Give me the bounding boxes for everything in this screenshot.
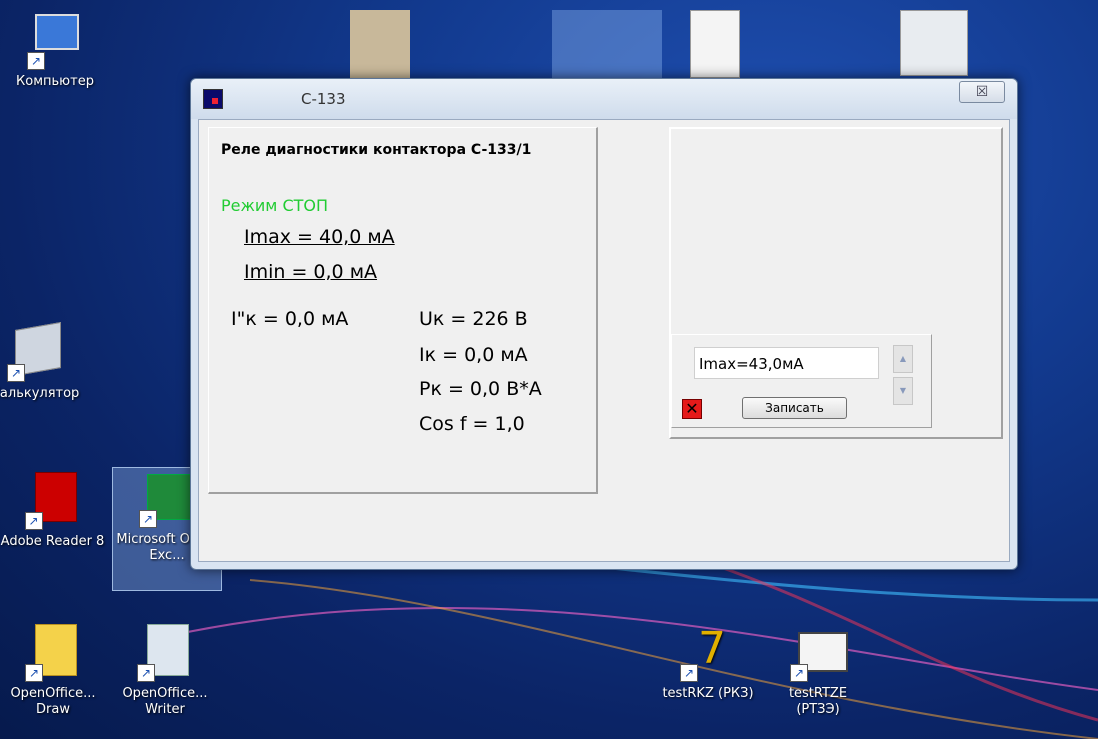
- pk-value: Pк = 0,0 В*А: [419, 378, 542, 400]
- desktop-icon-label: OpenOffice... Writer: [122, 686, 208, 717]
- imin-value: Imin = 0,0 мА: [244, 261, 378, 283]
- imax-value: Imax = 40,0 мА: [244, 226, 395, 248]
- window-title: C-133: [301, 90, 346, 108]
- imax-setting-group: Imax=43,0мА ▲ ▼ ✕ Записать: [671, 334, 932, 428]
- desktop-icon-label: OpenOffice... Draw: [10, 686, 96, 717]
- uk-value: Uк = 226 В: [419, 308, 528, 330]
- desktop-icon-testrtze[interactable]: ↗ testRTZE (РТЗЭ): [770, 622, 866, 718]
- shortcut-arrow-icon: ↗: [7, 364, 25, 382]
- document-icon[interactable]: [690, 10, 740, 78]
- shortcut-arrow-icon: ↗: [27, 52, 45, 70]
- window-app-icon[interactable]: [900, 10, 968, 76]
- ik2-value: I"к = 0,0 мА: [231, 308, 349, 330]
- desktop-icon-computer[interactable]: ↗ Компьютер: [0, 10, 110, 90]
- computer-icon: ↗: [25, 10, 85, 70]
- desktop-icon-label: testRKZ (РКЗ): [662, 686, 754, 701]
- excel-icon: ↗: [137, 468, 197, 528]
- openoffice-writer-icon: ↗: [135, 622, 195, 682]
- close-button[interactable]: ☒: [959, 81, 1005, 103]
- error-indicator-icon: ✕: [682, 399, 702, 419]
- desktop-icon-label: Калькулятор: [0, 386, 80, 401]
- calculator-icon: ↗: [5, 321, 65, 382]
- desktop-icon-calculator[interactable]: ↗ Калькулятор: [0, 321, 90, 402]
- app-icon: [203, 89, 223, 109]
- window-titlebar[interactable]: C-133 ☒: [191, 79, 1017, 119]
- crane-app-icon[interactable]: [350, 10, 410, 78]
- cos-value: Cos f = 1,0: [419, 413, 525, 435]
- spin-down-button[interactable]: ▼: [893, 377, 913, 405]
- shortcut-arrow-icon: ↗: [790, 664, 808, 682]
- settings-panel: Imax=43,0мА ▲ ▼ ✕ Записать: [669, 127, 1003, 439]
- adobe-reader-icon: ↗: [23, 470, 83, 530]
- relay-status-panel: Реле диагностики контактора C-133/1 Режи…: [208, 127, 598, 494]
- spin-up-button[interactable]: ▲: [893, 345, 913, 373]
- testrtze-icon: ↗: [788, 622, 848, 682]
- desktop-icon-label: Компьютер: [16, 74, 94, 89]
- openoffice-draw-icon: ↗: [23, 622, 83, 682]
- c133-window: C-133 ☒ Реле диагностики контактора C-13…: [190, 78, 1018, 570]
- ik-value: Iк = 0,0 мА: [419, 344, 528, 366]
- shortcut-arrow-icon: ↗: [25, 664, 43, 682]
- shortcut-arrow-icon: ↗: [139, 510, 157, 528]
- imax-field[interactable]: Imax=43,0мА: [694, 347, 879, 379]
- desktop-icon-openoffice-writer[interactable]: ↗ OpenOffice... Writer: [110, 622, 220, 718]
- shortcut-arrow-icon: ↗: [137, 664, 155, 682]
- desktop-icon-adobe-reader[interactable]: ↗ Adobe Reader 8: [0, 470, 105, 550]
- mode-label: Режим СТОП: [221, 196, 329, 215]
- shortcut-arrow-icon: ↗: [680, 664, 698, 682]
- desktop-icon-label: testRTZE (РТЗЭ): [788, 686, 848, 717]
- desktop-icon-testrkz[interactable]: 7 ↗ testRKZ (РКЗ): [660, 622, 756, 702]
- relay-title: Реле диагностики контактора C-133/1: [221, 142, 532, 158]
- desktop-icon-label: Adobe Reader 8: [0, 534, 105, 549]
- shortcut-arrow-icon: ↗: [24, 512, 43, 530]
- selected-desktop-icon[interactable]: [552, 10, 662, 78]
- write-button[interactable]: Записать: [742, 397, 847, 419]
- desktop-icon-openoffice-draw[interactable]: ↗ OpenOffice... Draw: [0, 622, 108, 718]
- window-client-area: Реле диагностики контактора C-133/1 Режи…: [198, 119, 1010, 562]
- testrkz-icon: 7 ↗: [678, 622, 738, 682]
